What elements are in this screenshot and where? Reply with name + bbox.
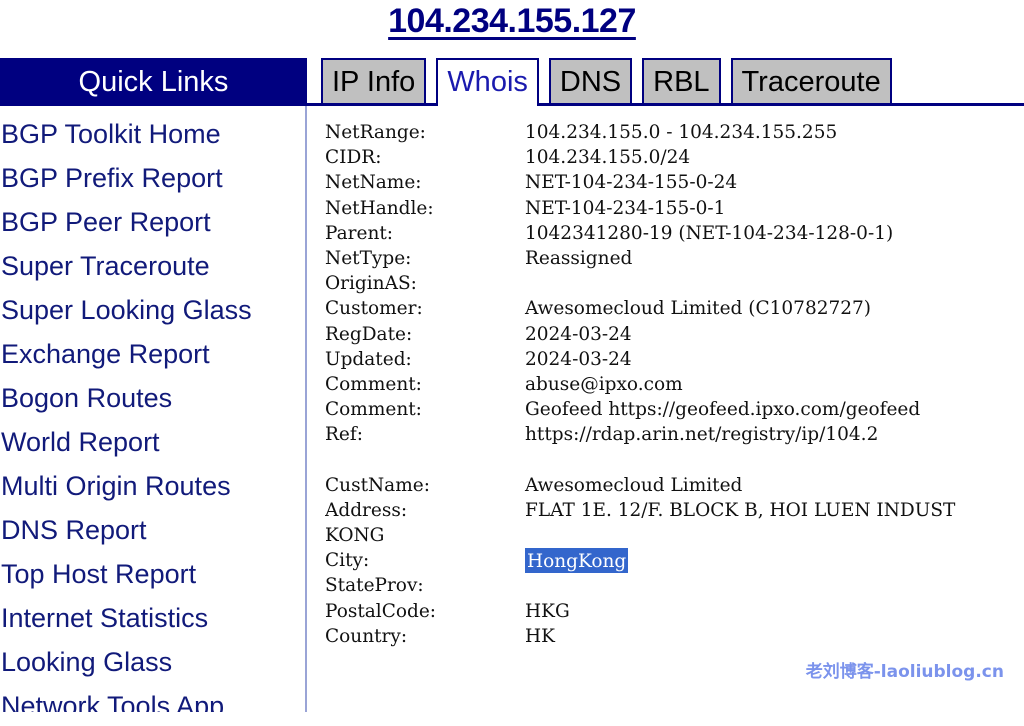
sidebar-item-bgp-peer-report[interactable]: BGP Peer Report	[0, 200, 305, 244]
whois-line: City:HongKong	[325, 548, 1024, 573]
whois-field-label: NetHandle:	[325, 196, 525, 221]
whois-line: Comment:abuse@ipxo.com	[325, 372, 1024, 397]
tab-whois[interactable]: Whois	[436, 58, 539, 106]
main-columns: BGP Toolkit Home BGP Prefix Report BGP P…	[0, 106, 1024, 712]
whois-field-value-selected[interactable]: HongKong	[525, 548, 628, 573]
whois-field-label: Comment:	[325, 372, 525, 397]
whois-field-value: 104.234.155.0/24	[525, 145, 690, 170]
whois-field-value: FLAT 1E. 12/F. BLOCK B, HOI LUEN INDUST	[525, 498, 955, 523]
whois-field-label: NetRange:	[325, 120, 525, 145]
whois-field-label: City:	[325, 548, 525, 573]
whois-line: NetRange:104.234.155.0 - 104.234.155.255	[325, 120, 1024, 145]
whois-line: PostalCode:HKG	[325, 599, 1024, 624]
quick-links-header: Quick Links	[0, 58, 307, 106]
whois-field-label: OriginAS:	[325, 271, 525, 296]
whois-line: CIDR:104.234.155.0/24	[325, 145, 1024, 170]
whois-field-label: Customer:	[325, 296, 525, 321]
tab-rbl[interactable]: RBL	[642, 58, 720, 106]
sidebar-item-dns-report[interactable]: DNS Report	[0, 508, 305, 552]
whois-field-value: Awesomecloud Limited	[525, 473, 742, 498]
whois-field-value: Geofeed https://geofeed.ipxo.com/geofeed	[525, 397, 920, 422]
whois-field-label: CustName:	[325, 473, 525, 498]
whois-line	[325, 447, 1024, 472]
whois-field-label: NetType:	[325, 246, 525, 271]
whois-line: NetType:Reassigned	[325, 246, 1024, 271]
whois-line: OriginAS:	[325, 271, 1024, 296]
whois-field-value: HKG	[525, 599, 570, 624]
whois-field-label: Country:	[325, 624, 525, 649]
whois-field-label: NetName:	[325, 170, 525, 195]
sidebar-item-super-looking-glass[interactable]: Super Looking Glass	[0, 288, 305, 332]
whois-panel: NetRange:104.234.155.0 - 104.234.155.255…	[307, 106, 1024, 712]
whois-field-label: PostalCode:	[325, 599, 525, 624]
whois-field-label: StateProv:	[325, 573, 525, 598]
whois-field-value: 104.234.155.0 - 104.234.155.255	[525, 120, 837, 145]
whois-field-label: Ref:	[325, 422, 525, 447]
whois-line: NetName:NET-104-234-155-0-24	[325, 170, 1024, 195]
whois-line: RegDate:2024-03-24	[325, 322, 1024, 347]
whois-field-value: HK	[525, 624, 555, 649]
whois-line: Address:FLAT 1E. 12/F. BLOCK B, HOI LUEN…	[325, 498, 1024, 523]
whois-field-value: Awesomecloud Limited (C10782727)	[525, 296, 871, 321]
whois-field-value: https://rdap.arin.net/registry/ip/104.2	[525, 422, 878, 447]
whois-field-label: Address:	[325, 498, 525, 523]
whois-line: StateProv:	[325, 573, 1024, 598]
whois-line: Updated:2024-03-24	[325, 347, 1024, 372]
whois-field-label: Comment:	[325, 397, 525, 422]
sidebar-item-bogon-routes[interactable]: Bogon Routes	[0, 376, 305, 420]
whois-field-value: Reassigned	[525, 246, 632, 271]
sidebar-item-internet-statistics[interactable]: Internet Statistics	[0, 596, 305, 640]
whois-field-value: 2024-03-24	[525, 322, 632, 347]
tab-ip-info[interactable]: IP Info	[321, 58, 426, 106]
sidebar-item-world-report[interactable]: World Report	[0, 420, 305, 464]
whois-line: NetHandle:NET-104-234-155-0-1	[325, 196, 1024, 221]
site-watermark: 老刘博客-laoliublog.cn	[806, 657, 1004, 682]
whois-line: KONG	[325, 523, 1024, 548]
sidebar-item-multi-origin-routes[interactable]: Multi Origin Routes	[0, 464, 305, 508]
page-title: 104.234.155.127	[388, 2, 636, 41]
title-bar: 104.234.155.127	[0, 0, 1024, 52]
whois-field-label: Parent:	[325, 221, 525, 246]
whois-field-label: CIDR:	[325, 145, 525, 170]
tab-traceroute[interactable]: Traceroute	[731, 58, 892, 106]
whois-line: CustName:Awesomecloud Limited	[325, 473, 1024, 498]
whois-field-label: KONG	[325, 523, 384, 548]
sidebar-item-looking-glass[interactable]: Looking Glass	[0, 640, 305, 684]
sidebar-item-super-traceroute[interactable]: Super Traceroute	[0, 244, 305, 288]
sidebar-item-bgp-toolkit-home[interactable]: BGP Toolkit Home	[0, 112, 305, 156]
whois-line: Customer:Awesomecloud Limited (C10782727…	[325, 296, 1024, 321]
whois-field-label: Updated:	[325, 347, 525, 372]
nav-strip: Quick Links IP Info Whois DNS RBL Tracer…	[0, 52, 1024, 106]
whois-line: Comment:Geofeed https://geofeed.ipxo.com…	[325, 397, 1024, 422]
whois-line: Country:HK	[325, 624, 1024, 649]
sidebar-item-exchange-report[interactable]: Exchange Report	[0, 332, 305, 376]
tab-bar: IP Info Whois DNS RBL Traceroute	[307, 58, 1024, 106]
whois-field-value: 1042341280-19 (NET-104-234-128-0-1)	[525, 221, 893, 246]
whois-line: Parent:1042341280-19 (NET-104-234-128-0-…	[325, 221, 1024, 246]
tab-dns[interactable]: DNS	[549, 58, 632, 106]
whois-line: Ref:https://rdap.arin.net/registry/ip/10…	[325, 422, 1024, 447]
sidebar-item-network-tools-app[interactable]: Network Tools App	[0, 684, 305, 712]
whois-record: NetRange:104.234.155.0 - 104.234.155.255…	[307, 120, 1024, 649]
whois-field-value: NET-104-234-155-0-24	[525, 170, 737, 195]
quick-links-sidebar: BGP Toolkit Home BGP Prefix Report BGP P…	[0, 106, 307, 712]
whois-field-value: abuse@ipxo.com	[525, 372, 683, 397]
whois-field-label: RegDate:	[325, 322, 525, 347]
whois-field-value: 2024-03-24	[525, 347, 632, 372]
sidebar-item-bgp-prefix-report[interactable]: BGP Prefix Report	[0, 156, 305, 200]
sidebar-item-top-host-report[interactable]: Top Host Report	[0, 552, 305, 596]
whois-field-value: NET-104-234-155-0-1	[525, 196, 725, 221]
